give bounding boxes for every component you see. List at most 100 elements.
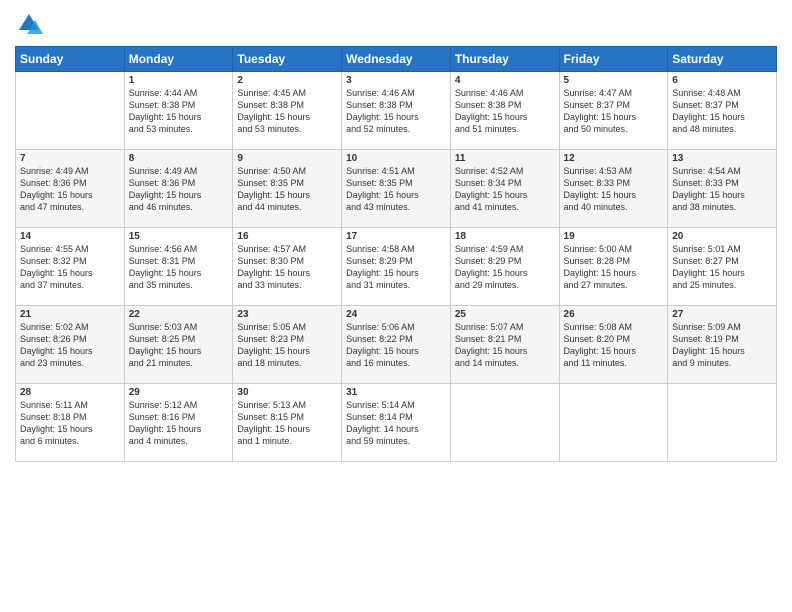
calendar-cell: 9Sunrise: 4:50 AM Sunset: 8:35 PM Daylig… xyxy=(233,150,342,228)
day-number: 23 xyxy=(237,309,337,320)
cell-info: Sunrise: 4:48 AM Sunset: 8:37 PM Dayligh… xyxy=(672,87,772,136)
day-number: 18 xyxy=(455,231,555,242)
day-number: 1 xyxy=(129,75,229,86)
cell-info: Sunrise: 4:55 AM Sunset: 8:32 PM Dayligh… xyxy=(20,243,120,292)
day-number: 22 xyxy=(129,309,229,320)
calendar-cell: 30Sunrise: 5:13 AM Sunset: 8:15 PM Dayli… xyxy=(233,384,342,462)
calendar-cell: 5Sunrise: 4:47 AM Sunset: 8:37 PM Daylig… xyxy=(559,72,668,150)
cell-info: Sunrise: 4:56 AM Sunset: 8:31 PM Dayligh… xyxy=(129,243,229,292)
weekday-header-sunday: Sunday xyxy=(16,47,125,72)
day-number: 4 xyxy=(455,75,555,86)
cell-info: Sunrise: 5:02 AM Sunset: 8:26 PM Dayligh… xyxy=(20,321,120,370)
week-row-5: 28Sunrise: 5:11 AM Sunset: 8:18 PM Dayli… xyxy=(16,384,777,462)
calendar-cell: 18Sunrise: 4:59 AM Sunset: 8:29 PM Dayli… xyxy=(450,228,559,306)
day-number: 13 xyxy=(672,153,772,164)
day-number: 27 xyxy=(672,309,772,320)
calendar-cell: 14Sunrise: 4:55 AM Sunset: 8:32 PM Dayli… xyxy=(16,228,125,306)
calendar-cell: 24Sunrise: 5:06 AM Sunset: 8:22 PM Dayli… xyxy=(342,306,451,384)
day-number: 19 xyxy=(564,231,664,242)
cell-info: Sunrise: 5:09 AM Sunset: 8:19 PM Dayligh… xyxy=(672,321,772,370)
day-number: 6 xyxy=(672,75,772,86)
day-number: 12 xyxy=(564,153,664,164)
weekday-header-row: SundayMondayTuesdayWednesdayThursdayFrid… xyxy=(16,47,777,72)
calendar-cell: 17Sunrise: 4:58 AM Sunset: 8:29 PM Dayli… xyxy=(342,228,451,306)
cell-info: Sunrise: 4:58 AM Sunset: 8:29 PM Dayligh… xyxy=(346,243,446,292)
day-number: 14 xyxy=(20,231,120,242)
cell-info: Sunrise: 5:07 AM Sunset: 8:21 PM Dayligh… xyxy=(455,321,555,370)
weekday-header-monday: Monday xyxy=(124,47,233,72)
day-number: 7 xyxy=(20,153,120,164)
calendar-cell: 20Sunrise: 5:01 AM Sunset: 8:27 PM Dayli… xyxy=(668,228,777,306)
cell-info: Sunrise: 5:06 AM Sunset: 8:22 PM Dayligh… xyxy=(346,321,446,370)
cell-info: Sunrise: 4:47 AM Sunset: 8:37 PM Dayligh… xyxy=(564,87,664,136)
calendar-cell xyxy=(16,72,125,150)
calendar-cell xyxy=(559,384,668,462)
calendar-cell: 19Sunrise: 5:00 AM Sunset: 8:28 PM Dayli… xyxy=(559,228,668,306)
weekday-header-thursday: Thursday xyxy=(450,47,559,72)
day-number: 29 xyxy=(129,387,229,398)
cell-info: Sunrise: 5:08 AM Sunset: 8:20 PM Dayligh… xyxy=(564,321,664,370)
calendar-cell: 26Sunrise: 5:08 AM Sunset: 8:20 PM Dayli… xyxy=(559,306,668,384)
logo xyxy=(15,10,47,38)
week-row-3: 14Sunrise: 4:55 AM Sunset: 8:32 PM Dayli… xyxy=(16,228,777,306)
page: SundayMondayTuesdayWednesdayThursdayFrid… xyxy=(0,0,792,612)
cell-info: Sunrise: 4:46 AM Sunset: 8:38 PM Dayligh… xyxy=(346,87,446,136)
calendar-cell: 8Sunrise: 4:49 AM Sunset: 8:36 PM Daylig… xyxy=(124,150,233,228)
day-number: 2 xyxy=(237,75,337,86)
calendar-cell: 16Sunrise: 4:57 AM Sunset: 8:30 PM Dayli… xyxy=(233,228,342,306)
cell-info: Sunrise: 4:49 AM Sunset: 8:36 PM Dayligh… xyxy=(20,165,120,214)
day-number: 26 xyxy=(564,309,664,320)
day-number: 5 xyxy=(564,75,664,86)
calendar-cell: 10Sunrise: 4:51 AM Sunset: 8:35 PM Dayli… xyxy=(342,150,451,228)
day-number: 28 xyxy=(20,387,120,398)
calendar-cell: 2Sunrise: 4:45 AM Sunset: 8:38 PM Daylig… xyxy=(233,72,342,150)
cell-info: Sunrise: 4:46 AM Sunset: 8:38 PM Dayligh… xyxy=(455,87,555,136)
day-number: 15 xyxy=(129,231,229,242)
day-number: 20 xyxy=(672,231,772,242)
cell-info: Sunrise: 4:54 AM Sunset: 8:33 PM Dayligh… xyxy=(672,165,772,214)
logo-icon xyxy=(15,10,43,38)
calendar-cell: 4Sunrise: 4:46 AM Sunset: 8:38 PM Daylig… xyxy=(450,72,559,150)
cell-info: Sunrise: 5:11 AM Sunset: 8:18 PM Dayligh… xyxy=(20,399,120,448)
week-row-4: 21Sunrise: 5:02 AM Sunset: 8:26 PM Dayli… xyxy=(16,306,777,384)
header xyxy=(15,10,777,38)
calendar-cell: 22Sunrise: 5:03 AM Sunset: 8:25 PM Dayli… xyxy=(124,306,233,384)
week-row-2: 7Sunrise: 4:49 AM Sunset: 8:36 PM Daylig… xyxy=(16,150,777,228)
cell-info: Sunrise: 4:50 AM Sunset: 8:35 PM Dayligh… xyxy=(237,165,337,214)
weekday-header-saturday: Saturday xyxy=(668,47,777,72)
calendar-cell: 25Sunrise: 5:07 AM Sunset: 8:21 PM Dayli… xyxy=(450,306,559,384)
calendar-table: SundayMondayTuesdayWednesdayThursdayFrid… xyxy=(15,46,777,462)
calendar-cell: 21Sunrise: 5:02 AM Sunset: 8:26 PM Dayli… xyxy=(16,306,125,384)
calendar-cell: 7Sunrise: 4:49 AM Sunset: 8:36 PM Daylig… xyxy=(16,150,125,228)
cell-info: Sunrise: 5:01 AM Sunset: 8:27 PM Dayligh… xyxy=(672,243,772,292)
day-number: 11 xyxy=(455,153,555,164)
cell-info: Sunrise: 4:57 AM Sunset: 8:30 PM Dayligh… xyxy=(237,243,337,292)
day-number: 17 xyxy=(346,231,446,242)
day-number: 9 xyxy=(237,153,337,164)
calendar-cell xyxy=(668,384,777,462)
calendar-cell: 23Sunrise: 5:05 AM Sunset: 8:23 PM Dayli… xyxy=(233,306,342,384)
calendar-cell: 28Sunrise: 5:11 AM Sunset: 8:18 PM Dayli… xyxy=(16,384,125,462)
cell-info: Sunrise: 4:53 AM Sunset: 8:33 PM Dayligh… xyxy=(564,165,664,214)
calendar-cell: 1Sunrise: 4:44 AM Sunset: 8:38 PM Daylig… xyxy=(124,72,233,150)
calendar-cell xyxy=(450,384,559,462)
cell-info: Sunrise: 5:00 AM Sunset: 8:28 PM Dayligh… xyxy=(564,243,664,292)
cell-info: Sunrise: 4:44 AM Sunset: 8:38 PM Dayligh… xyxy=(129,87,229,136)
day-number: 3 xyxy=(346,75,446,86)
weekday-header-tuesday: Tuesday xyxy=(233,47,342,72)
cell-info: Sunrise: 5:03 AM Sunset: 8:25 PM Dayligh… xyxy=(129,321,229,370)
day-number: 25 xyxy=(455,309,555,320)
calendar-cell: 31Sunrise: 5:14 AM Sunset: 8:14 PM Dayli… xyxy=(342,384,451,462)
day-number: 24 xyxy=(346,309,446,320)
cell-info: Sunrise: 5:14 AM Sunset: 8:14 PM Dayligh… xyxy=(346,399,446,448)
calendar-cell: 11Sunrise: 4:52 AM Sunset: 8:34 PM Dayli… xyxy=(450,150,559,228)
day-number: 21 xyxy=(20,309,120,320)
cell-info: Sunrise: 5:05 AM Sunset: 8:23 PM Dayligh… xyxy=(237,321,337,370)
calendar-cell: 12Sunrise: 4:53 AM Sunset: 8:33 PM Dayli… xyxy=(559,150,668,228)
calendar-cell: 15Sunrise: 4:56 AM Sunset: 8:31 PM Dayli… xyxy=(124,228,233,306)
weekday-header-wednesday: Wednesday xyxy=(342,47,451,72)
cell-info: Sunrise: 4:59 AM Sunset: 8:29 PM Dayligh… xyxy=(455,243,555,292)
calendar-cell: 6Sunrise: 4:48 AM Sunset: 8:37 PM Daylig… xyxy=(668,72,777,150)
day-number: 10 xyxy=(346,153,446,164)
cell-info: Sunrise: 5:13 AM Sunset: 8:15 PM Dayligh… xyxy=(237,399,337,448)
